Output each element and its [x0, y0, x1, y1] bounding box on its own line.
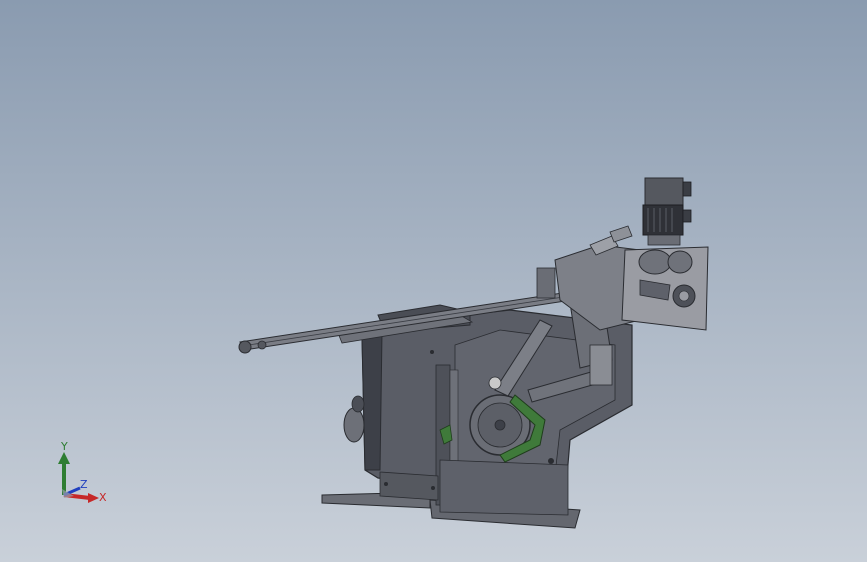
housing-side-panel[interactable]: [361, 331, 383, 471]
motor-flange[interactable]: [647, 234, 681, 246]
handwheel-left[interactable]: [343, 407, 365, 443]
y-axis-label: Y: [60, 440, 68, 453]
upper-roller-right[interactable]: [667, 250, 693, 274]
axis-triad: Y X Z: [58, 440, 107, 504]
front-lower-panel[interactable]: [439, 459, 569, 516]
motor-body[interactable]: [642, 204, 684, 236]
lower-box[interactable]: [379, 471, 439, 501]
cad-graphics-viewport[interactable]: Y X Z: [0, 0, 867, 562]
column-block[interactable]: [589, 344, 613, 386]
arm-end-roller[interactable]: [238, 340, 252, 354]
y-axis-arrow: [58, 452, 70, 464]
z-axis-label: Z: [80, 478, 88, 491]
x-axis-label: X: [99, 491, 107, 504]
upper-roller-left[interactable]: [638, 249, 672, 275]
x-axis-arrow: [88, 493, 99, 503]
handwheel-hub[interactable]: [351, 395, 365, 413]
machine-assembly-model[interactable]: [0, 0, 867, 562]
motor-cap[interactable]: [644, 177, 684, 207]
